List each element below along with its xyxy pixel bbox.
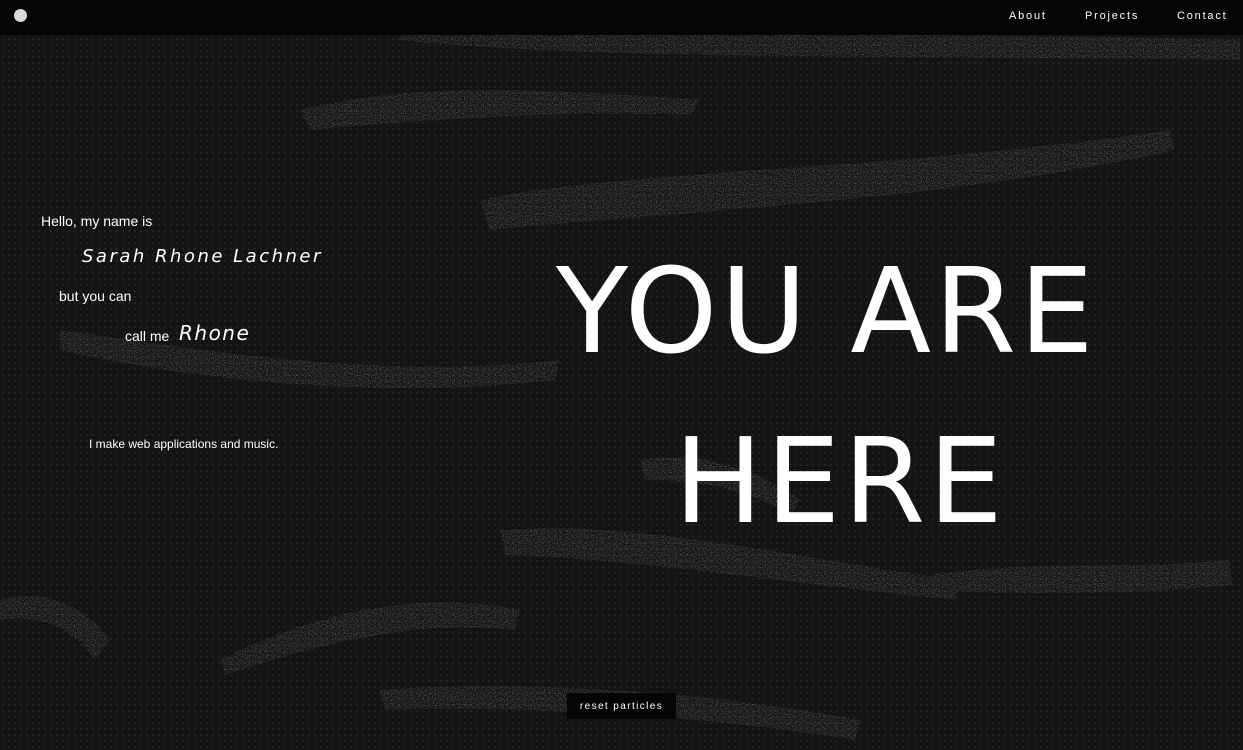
logo-circle-icon[interactable] bbox=[14, 9, 27, 22]
intro-full-name: Sarah Rhone Lachner bbox=[82, 246, 323, 267]
intro-greeting: Hello, my name is bbox=[41, 213, 153, 229]
nav-link-about[interactable]: About bbox=[1009, 10, 1047, 22]
intro-but-you-can: but you can bbox=[59, 288, 132, 304]
reset-particles-button[interactable]: reset particles bbox=[567, 693, 676, 719]
hero-line-1: YOU ARE bbox=[556, 242, 1097, 380]
intro-tagline: I make web applications and music. bbox=[89, 437, 279, 451]
top-navigation-bar: About Projects Contact bbox=[0, 0, 1243, 35]
nav-link-projects[interactable]: Projects bbox=[1085, 10, 1139, 22]
intro-nickname: Rhone bbox=[179, 321, 251, 345]
intro-call-me: call me bbox=[125, 328, 170, 344]
nav-link-contact[interactable]: Contact bbox=[1177, 10, 1228, 22]
hero-headline: YOU ARE HERE bbox=[556, 226, 1156, 566]
hero-line-2: HERE bbox=[674, 412, 1006, 550]
